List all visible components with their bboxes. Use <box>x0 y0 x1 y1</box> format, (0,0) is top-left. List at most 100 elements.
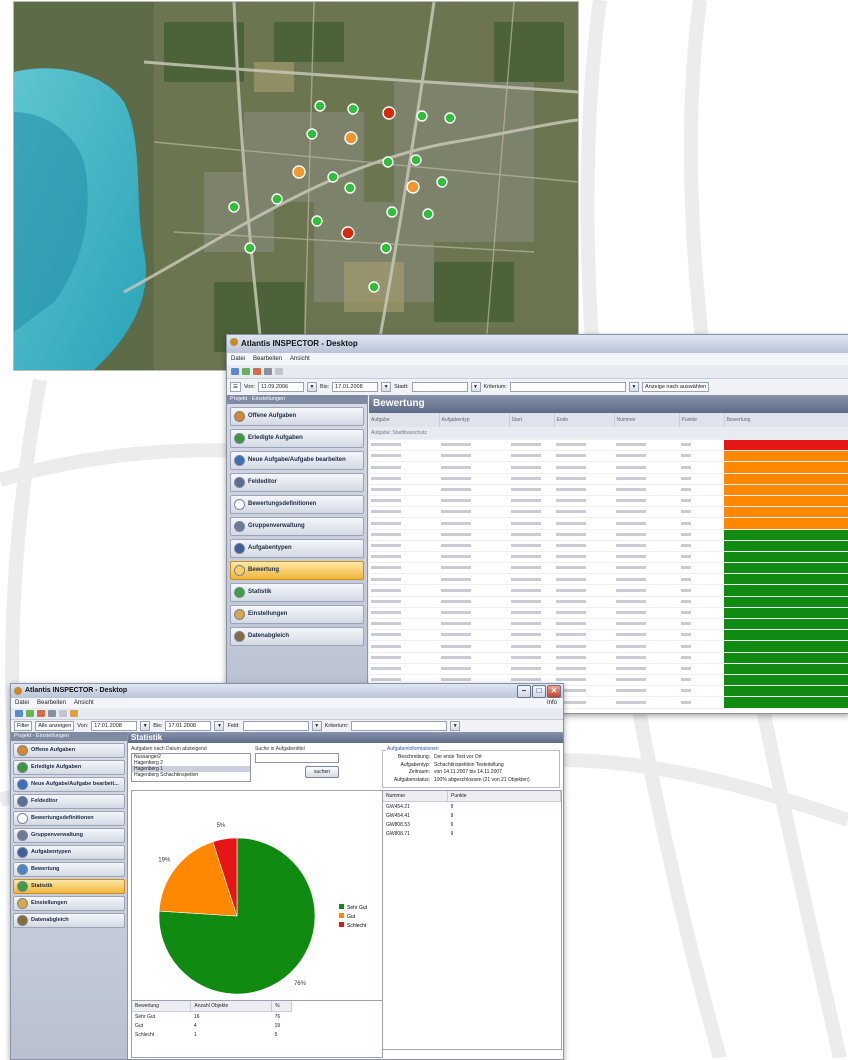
sidebar-item-erledigte-aufgaben[interactable]: Erledigte Aufgaben <box>13 760 125 775</box>
column-header[interactable]: Nummer <box>614 413 680 427</box>
sidebar-item-bewertung[interactable]: Bewertung <box>230 561 364 580</box>
feld-dropdown-icon[interactable]: ▼ <box>470 382 481 392</box>
column-header[interactable]: Start <box>509 413 555 427</box>
export-icon[interactable] <box>275 368 283 375</box>
table-row[interactable] <box>369 461 848 474</box>
table-row[interactable]: GW808.71 9 <box>383 829 561 838</box>
column-header[interactable]: % <box>271 1001 292 1012</box>
maximize-button[interactable]: □ <box>532 685 546 698</box>
task-list[interactable]: Nussanger2 Hagenberg 2 Hagenberg 1 Hagenber… <box>131 753 251 782</box>
feld-dropdown-icon[interactable]: ▼ <box>311 721 322 731</box>
title-bar[interactable]: Atlantis INSPECTOR - Desktop <box>227 335 848 353</box>
sidebar-item-bewertung[interactable]: Bewertung <box>13 862 125 877</box>
sidebar-item-datenabgleich[interactable]: Datenabgleich <box>230 627 364 646</box>
sidebar-item-datenabgleich[interactable]: Datenabgleich <box>13 913 125 928</box>
filter-button[interactable]: ☰ <box>230 382 241 392</box>
column-header[interactable]: Ende <box>554 413 615 427</box>
bis-dropdown-icon[interactable]: ▼ <box>214 721 225 731</box>
sidebar-item-statistik[interactable]: Statistik <box>13 879 125 894</box>
column-header[interactable]: Punkte <box>679 413 725 427</box>
sidebar-item-erledigte-aufgaben[interactable]: Erledigte Aufgaben <box>230 429 364 448</box>
sidebar-item-gruppenverwaltung[interactable]: Gruppenverwaltung <box>13 828 125 843</box>
table-row[interactable] <box>369 596 848 608</box>
refresh-icon[interactable] <box>242 368 250 375</box>
delete-icon[interactable] <box>37 710 45 717</box>
kriterium-dropdown-icon[interactable]: ▼ <box>629 382 640 392</box>
table-row[interactable] <box>369 484 848 496</box>
table-row[interactable]: GW454.21 9 <box>383 802 561 812</box>
menu-ansicht[interactable]: Ansicht <box>74 698 94 708</box>
feld-select[interactable] <box>242 721 309 731</box>
bis-date-field[interactable]: 17.01.2008 <box>332 382 379 392</box>
table-row[interactable] <box>369 562 848 575</box>
sidebar-item-neue-aufgabe-aufgabe-bearbeit[interactable]: Neue Aufgabe/Aufgabe bearbeit... <box>13 777 125 792</box>
menu-datei[interactable]: Datei <box>231 353 245 365</box>
sidebar-item-bewertungsdefinitionen[interactable]: Bewertungsdefinitionen <box>230 495 364 514</box>
menu-info[interactable]: Info <box>547 698 557 708</box>
bis-date-field[interactable]: 17.01.2008 <box>165 721 212 731</box>
table-row[interactable] <box>369 439 848 452</box>
refresh-icon[interactable] <box>26 710 34 717</box>
search-button[interactable]: suchen <box>305 766 339 778</box>
column-header[interactable]: Bewertung <box>724 413 848 427</box>
filter-button[interactable]: Filter <box>14 721 33 731</box>
table-row[interactable] <box>369 618 848 631</box>
menu-datei[interactable]: Datei <box>15 698 29 708</box>
title-bar[interactable]: Atlantis INSPECTOR - Desktop – □ ✕ <box>11 684 563 698</box>
print-icon[interactable] <box>264 368 272 375</box>
table-row[interactable] <box>369 584 848 597</box>
column-header[interactable]: Anzahl Objekte <box>190 1001 273 1012</box>
table-row[interactable] <box>369 551 848 564</box>
sync-icon[interactable] <box>70 710 78 717</box>
table-row[interactable]: GW808.53 9 <box>383 820 561 829</box>
table-row[interactable]: Schlecht 1 5 <box>132 1030 292 1039</box>
sidebar-item-aufgabentypen[interactable]: Aufgabentypen <box>13 845 125 860</box>
menu-bearbeiten[interactable]: Bearbeiten <box>253 353 282 365</box>
table-row[interactable]: GW454.41 9 <box>383 811 561 820</box>
column-header[interactable]: Punkte <box>447 791 561 802</box>
column-header[interactable]: Aufgabentyp <box>439 413 510 427</box>
von-date-field[interactable]: 17.01.2008 <box>91 721 138 731</box>
table-row[interactable] <box>369 450 848 463</box>
sidebar-item-aufgabentypen[interactable]: Aufgabentypen <box>230 539 364 558</box>
von-date-field[interactable]: 11.09.2006 <box>257 382 304 392</box>
sidebar-item-neue-aufgabe-aufgabe-bearbeiten[interactable]: Neue Aufgabe/Aufgabe bearbeiten <box>230 451 364 470</box>
delete-icon[interactable] <box>253 368 261 375</box>
task-list-item[interactable]: Hagenberg Schachtinspetion <box>132 772 250 778</box>
sidebar-item-feldeditor[interactable]: Feldeditor <box>230 473 364 492</box>
table-row[interactable]: Gut 4 19 <box>132 1021 292 1030</box>
menu-bearbeiten[interactable]: Bearbeiten <box>37 698 66 708</box>
column-header[interactable]: Aufgabe <box>369 413 440 427</box>
kriterium-dropdown-icon[interactable]: ▼ <box>450 721 461 731</box>
minimize-button[interactable]: – <box>517 685 531 698</box>
table-row[interactable] <box>369 506 848 519</box>
sidebar-item-feldeditor[interactable]: Feldeditor <box>13 794 125 809</box>
sidebar-item-offene-aufgaben[interactable]: Offene Aufgaben <box>230 407 364 426</box>
kriterium-select[interactable] <box>351 721 448 731</box>
sidebar-item-bewertungsdefinitionen[interactable]: Bewertungsdefinitionen <box>13 811 125 826</box>
print-icon[interactable] <box>48 710 56 717</box>
table-row[interactable] <box>369 629 848 642</box>
table-row[interactable] <box>369 473 848 485</box>
sidebar-item-statistik[interactable]: Statistik <box>230 583 364 602</box>
search-input[interactable] <box>255 753 339 763</box>
export-icon[interactable] <box>59 710 67 717</box>
sidebar-item-offene-aufgaben[interactable]: Offene Aufgaben <box>13 743 125 758</box>
back-icon[interactable] <box>15 710 23 717</box>
von-dropdown-icon[interactable]: ▼ <box>306 382 317 392</box>
back-icon[interactable] <box>231 368 239 375</box>
table-row[interactable] <box>369 495 848 508</box>
table-row[interactable] <box>369 529 848 541</box>
table-row[interactable] <box>369 540 848 552</box>
feld-select[interactable] <box>411 382 468 392</box>
column-header[interactable]: Bewertung <box>132 1001 192 1012</box>
close-button[interactable]: ✕ <box>547 685 561 698</box>
anzeige-button[interactable]: Anzeige nach auswählen <box>642 382 710 392</box>
group-row[interactable]: Aufgabe: Stadtbauschutz <box>369 427 848 440</box>
table-row[interactable] <box>369 517 848 530</box>
show-all-button[interactable]: Alle anzeigen <box>35 721 75 731</box>
bis-dropdown-icon[interactable]: ▼ <box>381 382 392 392</box>
table-row[interactable] <box>369 607 848 620</box>
column-header[interactable]: Nummer <box>383 791 448 802</box>
sidebar-item-gruppenverwaltung[interactable]: Gruppenverwaltung <box>230 517 364 536</box>
